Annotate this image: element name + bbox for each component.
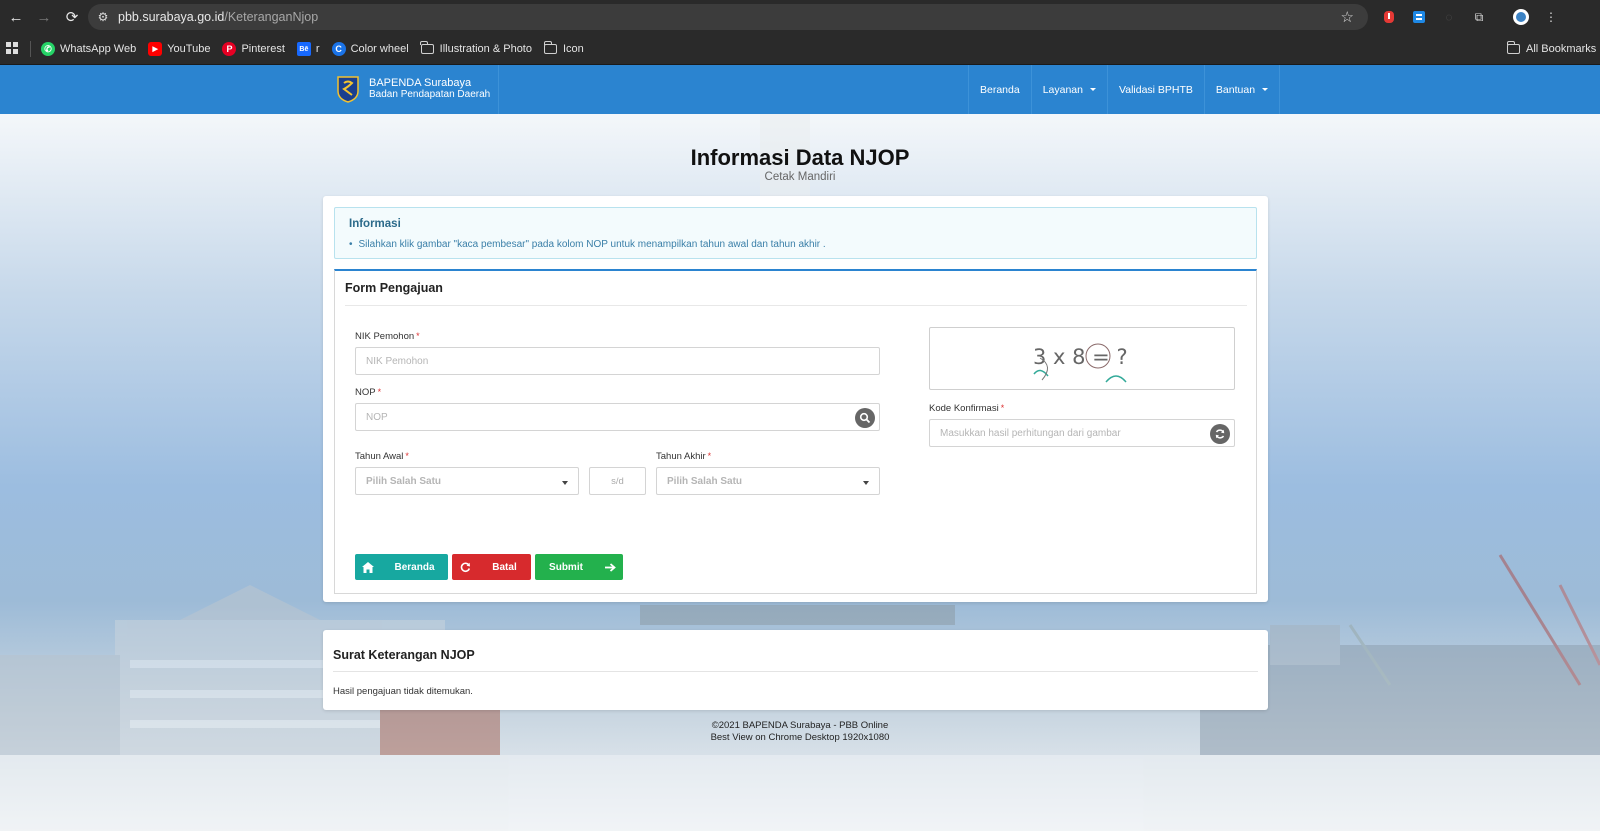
form-heading: Form Pengajuan (345, 281, 443, 295)
page-subtitle: Cetak Mandiri (764, 171, 836, 183)
caret-down-icon (1090, 88, 1096, 91)
sd-separator: s/d (589, 467, 646, 495)
result-divider (333, 671, 1258, 672)
tahun-akhir-value: Pilih Salah Satu (667, 476, 743, 487)
result-message: Hasil pengajuan tidak ditemukan. (333, 686, 473, 697)
browser-menu-icon[interactable]: ⋮ (1542, 8, 1560, 26)
nop-field (355, 403, 880, 431)
main-menu: Beranda Layanan Validasi BPHTB Bantuan (968, 65, 1281, 114)
result-card: Surat Keterangan NJOP Hasil pengajuan ti… (323, 630, 1268, 710)
tahun-awal-label: Tahun Awal * (355, 451, 409, 462)
youtube-icon: ▶ (148, 42, 163, 56)
browser-toolbar: ← → ⟳ ⚙ pbb.surabaya.go.id/KeteranganNjo… (0, 0, 1600, 34)
surabaya-logo-icon (337, 76, 359, 103)
kode-konfirmasi-label: Kode Konfirmasi * (929, 403, 1005, 414)
tahun-akhir-select[interactable]: Pilih Salah Satu (656, 467, 880, 495)
kode-konfirmasi-input[interactable] (930, 420, 1234, 446)
bookmark-folder-illustration[interactable]: Illustration & Photo (420, 41, 532, 55)
refresh-captcha-icon[interactable] (1210, 424, 1230, 444)
chevron-down-icon (562, 481, 568, 485)
all-bookmarks[interactable]: All Bookmarks (1506, 41, 1596, 55)
nop-label: NOP * (355, 387, 382, 398)
search-magnifier-icon[interactable] (855, 408, 875, 428)
tahun-awal-value: Pilih Salah Satu (366, 476, 442, 487)
bookmark-youtube[interactable]: ▶ YouTube (148, 42, 210, 56)
nop-input[interactable] (356, 404, 879, 430)
caret-down-icon (1262, 88, 1269, 91)
chevron-down-icon (863, 481, 869, 485)
site-info-icon[interactable]: ⚙ (88, 10, 118, 24)
footer-best-view: Best View on Chrome Desktop 1920x1080 (710, 732, 890, 743)
footer-copyright: ©2021 BAPENDA Surabaya - PBB Online (711, 720, 889, 731)
folder-icon (543, 41, 557, 54)
bookmark-star-icon[interactable]: ☆ (1341, 8, 1354, 26)
page-viewport: BAPENDA Surabaya Badan Pendapatan Daerah… (0, 65, 1600, 831)
page-title: Informasi Data NJOP (690, 145, 910, 170)
extension-gray-icon[interactable]: ◌ (1440, 8, 1458, 26)
behance-icon: Bē (296, 42, 311, 56)
apps-grid-icon[interactable] (6, 41, 18, 57)
submit-button-label: Submit (549, 561, 583, 573)
form-divider (345, 305, 1247, 306)
batal-button-label: Batal (492, 561, 517, 573)
folder-icon (1506, 41, 1520, 54)
form-panel: Form Pengajuan NIK Pemohon* NOP* Tahun A… (334, 269, 1257, 594)
nik-input[interactable] (356, 348, 879, 374)
batal-button[interactable]: Batal (452, 554, 531, 580)
info-item: Silahkan klik gambar "kaca pembesar" pad… (349, 239, 826, 250)
folder-icon (420, 41, 434, 54)
brand-subtitle: Badan Pendapatan Daerah (369, 89, 491, 100)
brand-title: BAPENDA Surabaya (369, 77, 472, 89)
captcha-image: 3 x 8 = ? (929, 327, 1235, 390)
reload-button[interactable]: ⟳ (58, 3, 86, 31)
extensions-puzzle-icon[interactable]: ⧉ (1470, 8, 1488, 26)
color-wheel-icon: C (331, 42, 346, 56)
menu-beranda[interactable]: Beranda (968, 65, 1031, 114)
extension-red-icon[interactable] (1380, 8, 1398, 26)
info-heading: Informasi (349, 218, 401, 230)
forward-button[interactable]: → (30, 3, 58, 31)
nik-field (355, 347, 880, 375)
arrow-right-icon (597, 554, 623, 580)
brand[interactable]: BAPENDA Surabaya Badan Pendapatan Daerah (335, 75, 490, 103)
main-card: Informasi Silahkan klik gambar "kaca pem… (323, 196, 1268, 602)
bookmark-color-wheel[interactable]: C Color wheel (331, 42, 409, 56)
pinterest-icon: P (222, 42, 237, 56)
menu-layanan[interactable]: Layanan (1030, 65, 1107, 114)
home-icon (355, 554, 381, 580)
menu-bantuan[interactable]: Bantuan (1203, 65, 1281, 114)
menu-validasi-bphtb[interactable]: Validasi BPHTB (1107, 65, 1204, 114)
reset-icon (452, 554, 478, 580)
tahun-awal-select[interactable]: Pilih Salah Satu (355, 467, 579, 495)
beranda-button-label: Beranda (394, 561, 435, 573)
brand-divider (498, 65, 499, 114)
bookmark-divider (30, 41, 31, 57)
bookmark-pinterest[interactable]: P Pinterest (222, 42, 285, 56)
submit-button[interactable]: Submit (535, 554, 623, 580)
url-text[interactable]: pbb.surabaya.go.id/KeteranganNjop (118, 10, 318, 24)
whatsapp-icon: ✆ (41, 42, 55, 56)
bookmark-behance[interactable]: Bē r (296, 42, 320, 56)
bookmarks-bar: ✆ WhatsApp Web ▶ YouTube P Pinterest Bē r CC… (0, 34, 1600, 65)
extension-blue-icon[interactable] (1410, 8, 1428, 26)
beranda-button[interactable]: Beranda (355, 554, 448, 580)
nik-label: NIK Pemohon * (355, 331, 420, 342)
kode-konfirmasi-field (929, 419, 1235, 447)
bookmark-whatsapp[interactable]: ✆ WhatsApp Web (41, 42, 136, 56)
info-alert: Informasi Silahkan klik gambar "kaca pem… (334, 207, 1257, 259)
footer: ©2021 BAPENDA Surabaya - PBB Online Best… (0, 720, 1600, 744)
address-bar[interactable]: ⚙ pbb.surabaya.go.id/KeteranganNjop ☆ (88, 4, 1368, 30)
back-button[interactable]: ← (2, 3, 30, 31)
bookmark-folder-icon[interactable]: Icon (543, 41, 584, 55)
app-navbar: BAPENDA Surabaya Badan Pendapatan Daerah… (0, 65, 1600, 114)
profile-avatar-icon[interactable] (1512, 8, 1530, 26)
result-heading: Surat Keterangan NJOP (333, 648, 475, 662)
tahun-akhir-label: Tahun Akhir * (656, 451, 712, 462)
